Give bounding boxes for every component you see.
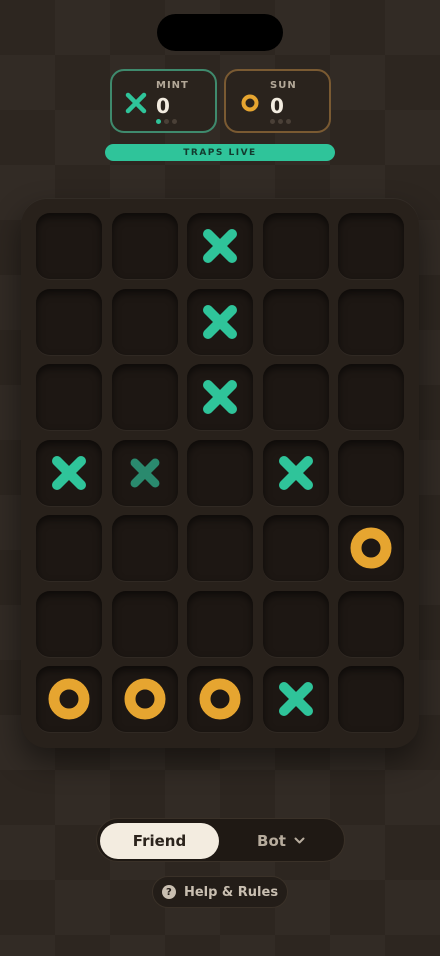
x-icon <box>125 92 147 114</box>
trap-dots <box>270 119 291 124</box>
question-icon: ? <box>161 885 176 899</box>
x-mark-icon <box>203 380 237 414</box>
board-cell[interactable] <box>262 666 329 732</box>
board-cell[interactable] <box>187 515 253 581</box>
board-cell[interactable] <box>36 364 102 430</box>
board-cell[interactable] <box>36 288 102 355</box>
trap-dot <box>286 119 291 124</box>
mode-toggle: Friend Bot <box>96 818 345 862</box>
board-cell[interactable] <box>338 288 404 355</box>
x-mark-icon <box>278 455 313 490</box>
board-cell[interactable] <box>187 213 253 279</box>
x-mark-icon <box>278 682 313 716</box>
o-icon <box>241 94 259 112</box>
trap-dot <box>278 119 283 124</box>
board-cell[interactable] <box>111 590 178 657</box>
board-cell[interactable] <box>187 288 253 355</box>
board-cell[interactable] <box>338 666 404 732</box>
trap-dot <box>172 119 177 124</box>
help-rules-label: Help & Rules <box>183 884 279 900</box>
board-cell[interactable] <box>36 590 102 657</box>
board-cell[interactable] <box>187 666 253 732</box>
trap-dot <box>156 119 161 124</box>
chevron-down-icon <box>294 837 305 844</box>
board-cell[interactable] <box>262 213 329 279</box>
board-cell[interactable] <box>338 439 404 506</box>
player-card-sun: SUN 0 <box>224 69 331 133</box>
x-mark-icon <box>203 304 237 339</box>
board-cell[interactable] <box>111 666 178 732</box>
board-cell[interactable] <box>262 515 329 581</box>
board-cell[interactable] <box>111 364 178 430</box>
board-cell[interactable] <box>111 439 178 506</box>
player-name: SUN <box>270 80 297 91</box>
status-banner: TRAPS LIVE <box>105 144 335 161</box>
board-cell[interactable] <box>338 515 404 581</box>
board-cell[interactable] <box>36 213 102 279</box>
board-cell[interactable] <box>262 364 329 430</box>
trap-dot <box>164 119 169 124</box>
board-cell[interactable] <box>111 288 178 355</box>
board-cell[interactable] <box>262 288 329 355</box>
trap-dots <box>156 119 177 124</box>
board-cell[interactable] <box>111 213 178 279</box>
x-mark-icon <box>52 455 86 490</box>
board-cell[interactable] <box>338 213 404 279</box>
player-score: 0 <box>270 94 284 118</box>
x-mark-icon <box>203 229 237 263</box>
board-cell[interactable] <box>111 515 178 581</box>
friend-mode-label: Friend <box>132 832 187 850</box>
o-mark-icon <box>48 678 90 720</box>
player-card-mint: MINT 0 <box>110 69 217 133</box>
board-cell[interactable] <box>36 515 102 581</box>
board-cell[interactable] <box>187 590 253 657</box>
bot-mode-label: Bot <box>257 832 286 850</box>
board-cell[interactable] <box>36 666 102 732</box>
x-mark-icon <box>130 458 159 487</box>
dynamic-island <box>157 14 283 51</box>
player-name: MINT <box>156 80 189 91</box>
board-cell[interactable] <box>262 590 329 657</box>
o-mark-icon <box>199 678 241 720</box>
player-score: 0 <box>156 94 170 118</box>
game-board <box>21 198 419 748</box>
trap-dot <box>270 119 275 124</box>
board-cell[interactable] <box>262 439 329 506</box>
board-cell[interactable] <box>338 590 404 657</box>
board-cell[interactable] <box>187 364 253 430</box>
friend-mode-button[interactable]: Friend <box>100 823 219 859</box>
board-cell[interactable] <box>187 439 253 506</box>
board-cell[interactable] <box>36 439 102 506</box>
board-cell[interactable] <box>338 364 404 430</box>
help-rules-button[interactable]: ? Help & Rules <box>152 876 288 908</box>
o-mark-icon <box>124 678 165 720</box>
bot-mode-button[interactable]: Bot <box>221 823 341 859</box>
o-mark-icon <box>350 527 392 569</box>
